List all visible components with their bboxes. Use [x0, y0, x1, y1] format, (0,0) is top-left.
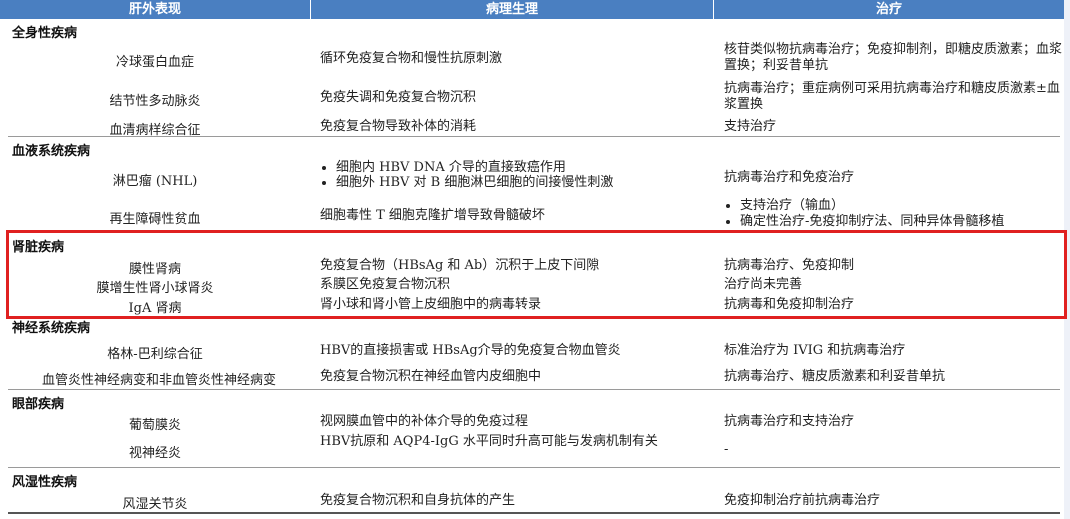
row-divider — [8, 389, 1060, 390]
list-item: 确定性治疗-免疫抑制疗法、同种异体骨髓移植 — [740, 214, 1062, 229]
list-item: 细胞内 HBV DNA 介导的直接致癌作用 — [336, 160, 710, 175]
row-serum-path: 免疫复合物导致补体的消耗 — [320, 119, 477, 134]
highlight-box — [6, 230, 1067, 319]
list-item: 支持治疗（输血） — [740, 198, 1062, 214]
screenshot: 肝外表现 病理生理 治疗 全身性疾病 冷球蛋白血症 循环免疫复合物和慢性抗原刺激… — [0, 0, 1070, 519]
row-nhl-name: 淋巴瘤 (NHL) — [112, 174, 198, 189]
row-vasc-name: 血管炎性神经病变和非血管炎性神经病变 — [41, 373, 276, 388]
section-eye: 眼部疾病 — [12, 397, 65, 412]
list-item: 细胞外 HBV 对 B 细胞淋巴细胞的间接慢性刺激 — [336, 175, 710, 190]
row-arthritis-treat: 免疫抑制治疗前抗病毒治疗 — [724, 493, 881, 508]
row-pan-name: 结节性多动脉炎 — [109, 94, 201, 109]
row-aplastic-treat: 支持治疗（输血） 确定性治疗-免疫抑制疗法、同种异体骨髓移植 — [724, 198, 1062, 229]
row-serum-treat: 支持治疗 — [724, 119, 777, 134]
header-col-extrahepatic: 肝外表现 — [0, 0, 310, 19]
row-nhl-treat: 抗病毒治疗和免疫治疗 — [724, 170, 855, 185]
row-divider — [8, 467, 1060, 468]
row-optic-name: 视神经炎 — [128, 446, 181, 461]
row-vasc-treat: 抗病毒治疗、糖皮质激素和利妥昔单抗 — [724, 369, 946, 384]
table-bottom-border — [8, 512, 1060, 514]
section-neuro: 神经系统疾病 — [12, 321, 91, 336]
row-optic-path: HBV抗原和 AQP4-IgG 水平同时升高可能与发病机制有关 — [320, 434, 658, 449]
row-cryo-path: 循环免疫复合物和慢性抗原刺激 — [320, 51, 503, 66]
row-gbs-path: HBV的直接损害或 HBsAg介导的免疫复合物血管炎 — [320, 343, 621, 358]
row-divider — [8, 136, 1060, 137]
row-nhl-path: 细胞内 HBV DNA 介导的直接致癌作用 细胞外 HBV 对 B 细胞淋巴细胞… — [320, 160, 710, 190]
row-aplastic-path: 细胞毒性 T 细胞克隆扩增导致骨髓破坏 — [320, 208, 545, 223]
row-arthritis-path: 免疫复合物沉积和自身抗体的产生 — [320, 493, 516, 508]
row-pan-path: 免疫失调和免疫复合物沉积 — [320, 90, 477, 105]
row-aplastic-name: 再生障碍性贫血 — [109, 212, 201, 227]
section-systemic: 全身性疾病 — [12, 26, 78, 41]
section-rheum: 风湿性疾病 — [12, 475, 78, 490]
row-gbs-treat: 标准治疗为 IVIG 和抗病毒治疗 — [724, 343, 906, 358]
row-gbs-name: 格林-巴利综合征 — [107, 347, 203, 362]
row-cryo-name: 冷球蛋白血症 — [115, 55, 194, 70]
row-optic-treat: - — [724, 442, 729, 457]
section-blood: 血液系统疾病 — [12, 144, 91, 159]
row-uveitis-name: 葡萄膜炎 — [128, 418, 181, 433]
row-uveitis-path: 视网膜血管中的补体介导的免疫过程 — [320, 414, 529, 429]
row-pan-treat: 抗病毒治疗；重症病例可采用抗病毒治疗和糖皮质激素±血浆置换 — [724, 81, 1060, 112]
header-col-treatment: 治疗 — [714, 0, 1064, 19]
header-col-pathophysiology: 病理生理 — [311, 0, 713, 19]
row-uveitis-treat: 抗病毒治疗和支持治疗 — [724, 414, 855, 429]
row-vasc-path: 免疫复合物沉积在神经血管内皮细胞中 — [320, 369, 542, 384]
row-arthritis-name: 风湿关节炎 — [122, 497, 188, 512]
row-cryo-treat: 核苷类似物抗病毒治疗；免疫抑制剂，即糖皮质激素；血浆置换；利妥昔单抗 — [724, 42, 1063, 73]
